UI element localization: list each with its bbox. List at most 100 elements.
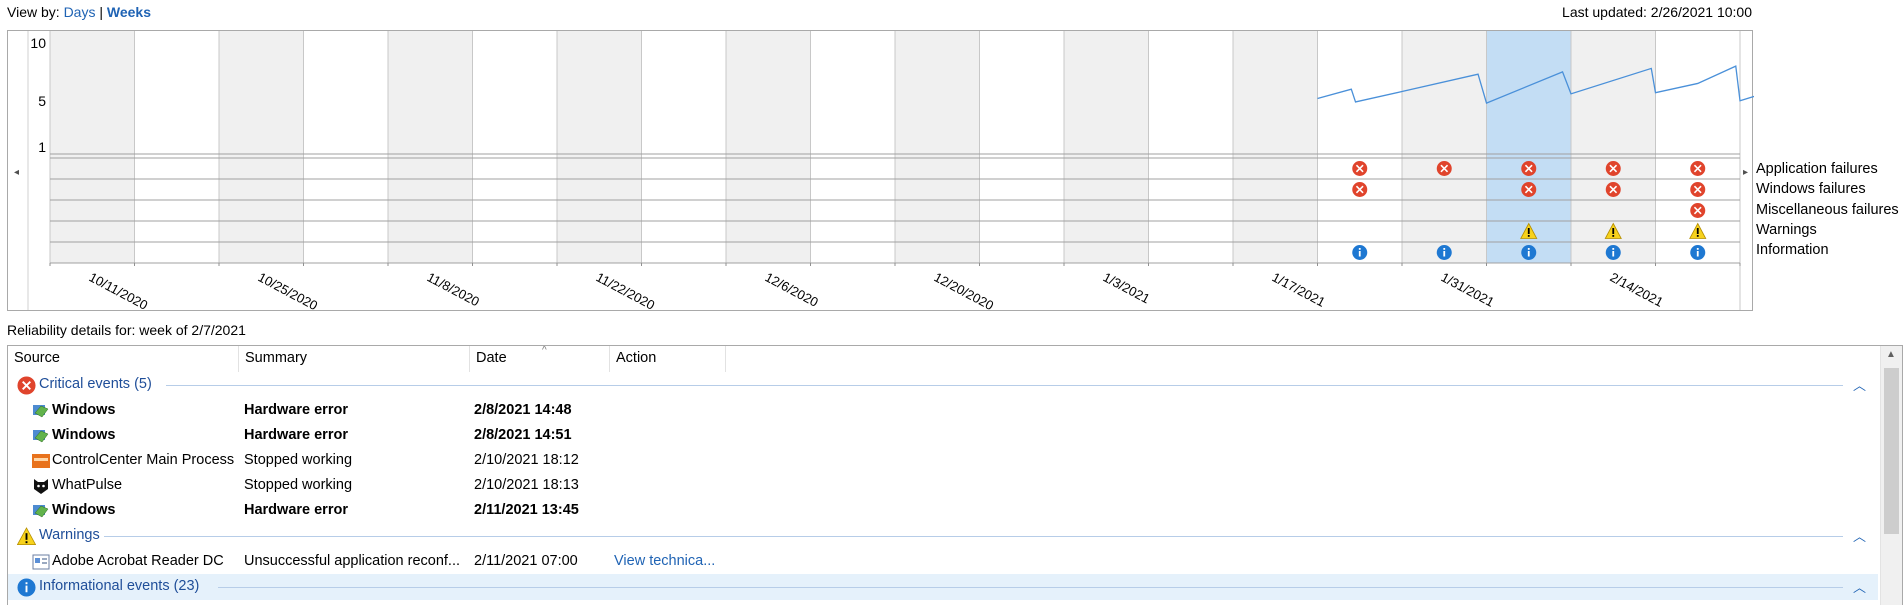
legend-warnings: Warnings	[1756, 222, 1817, 238]
week-column[interactable]	[726, 31, 811, 263]
group-warnings[interactable]: Warnings ︿	[8, 523, 1878, 549]
chart-scroll-right-arrow-icon[interactable]: ▸	[1743, 167, 1748, 178]
row-date: 2/11/2021 07:00	[474, 553, 578, 569]
scrollbar-thumb[interactable]	[1884, 368, 1899, 534]
collapse-chevron-icon[interactable]: ︿	[1853, 577, 1866, 596]
warning-marker-dot	[1527, 235, 1530, 237]
reliability-details-list: Source Summary Date ^ Action Critical ev…	[7, 345, 1903, 605]
view-by-days-link[interactable]: Days	[64, 4, 96, 20]
error-icon	[17, 376, 36, 395]
legend-windows-failures: Windows failures	[1756, 181, 1866, 197]
table-row[interactable]: Windows Hardware error 2/8/2021 14:51	[8, 423, 1878, 448]
y-tick-label: 10	[30, 35, 46, 51]
row-date: 2/11/2021 13:45	[474, 502, 579, 518]
info-marker-bar	[1443, 251, 1446, 257]
info-marker-bar	[1696, 251, 1699, 257]
x-tick-label: 11/22/2020	[594, 269, 658, 312]
week-column[interactable]	[1233, 31, 1318, 263]
warning-marker-bang	[1612, 228, 1615, 234]
week-column[interactable]	[1148, 31, 1234, 263]
column-header-action[interactable]: Action	[610, 346, 726, 372]
table-row[interactable]: WhatPulse Stopped working 2/10/2021 18:1…	[8, 473, 1878, 498]
week-column[interactable]	[472, 31, 558, 263]
row-source: Adobe Acrobat Reader DC	[52, 553, 224, 569]
table-row[interactable]: Windows Hardware error 2/11/2021 13:45	[8, 498, 1878, 523]
collapse-chevron-icon[interactable]: ︿	[1853, 526, 1866, 545]
week-column[interactable]	[557, 31, 642, 263]
column-header-source[interactable]: Source	[8, 346, 239, 372]
collapse-chevron-icon[interactable]: ︿	[1853, 375, 1866, 394]
x-tick-label: 2/14/2021	[1608, 269, 1666, 309]
week-column[interactable]	[810, 31, 896, 263]
vertical-scrollbar[interactable]: ▲	[1880, 346, 1902, 605]
warning-marker-bang	[1527, 228, 1530, 234]
row-source: WhatPulse	[52, 477, 123, 493]
warning-marker-dot	[1612, 235, 1615, 237]
week-column[interactable]	[303, 31, 389, 263]
week-column[interactable]	[219, 31, 304, 263]
info-marker-bar	[1358, 251, 1361, 257]
x-tick-label: 1/31/2021	[1439, 269, 1497, 309]
windows-app-icon	[33, 405, 49, 418]
table-row[interactable]: Adobe Acrobat Reader DC Unsuccessful app…	[8, 549, 1878, 574]
x-tick-label: 10/11/2020	[87, 269, 151, 312]
group-critical-events[interactable]: Critical events (5) ︿	[8, 372, 1878, 398]
row-date: 2/8/2021 14:51	[474, 427, 572, 443]
x-tick-label: 1/3/2021	[1101, 269, 1153, 306]
reliability-chart-svg[interactable]: 10 5 1 10/11/2020 10/25/2020 11/8/2020 11/22/2…	[8, 31, 1754, 312]
row-summary: Unsuccessful application reconf...	[244, 553, 460, 569]
row-summary: Hardware error	[244, 427, 348, 443]
week-column[interactable]	[134, 31, 220, 263]
warning-icon	[17, 527, 36, 545]
row-source: Windows	[52, 402, 116, 418]
windows-app-icon	[33, 505, 49, 518]
week-column[interactable]	[1064, 31, 1149, 263]
week-column[interactable]	[1317, 31, 1403, 263]
x-tick-label: 1/17/2021	[1270, 269, 1328, 309]
group-warnings-label: Warnings	[39, 527, 100, 543]
week-column[interactable]	[895, 31, 980, 263]
week-column[interactable]	[641, 31, 727, 263]
info-marker-dot	[1527, 248, 1530, 250]
controlcenter-app-icon	[32, 454, 50, 468]
week-column[interactable]	[979, 31, 1065, 263]
group-informational-events[interactable]: Informational events (23) ︿	[8, 574, 1878, 600]
week-column[interactable]	[388, 31, 473, 263]
row-summary: Hardware error	[244, 402, 348, 418]
group-divider	[218, 587, 1843, 588]
windows-app-icon	[33, 430, 49, 443]
sort-ascending-icon: ^	[542, 345, 547, 356]
warning-marker-dot	[1696, 235, 1699, 237]
row-source: ControlCenter Main Process	[52, 452, 235, 468]
scroll-up-arrow-icon[interactable]: ▲	[1886, 349, 1896, 360]
week-column[interactable]	[50, 31, 135, 263]
legend-miscellaneous-failures: Miscellaneous failures	[1756, 202, 1899, 218]
view-technical-details-link[interactable]: View technica...	[614, 553, 814, 569]
group-informational-events-label: Informational events (23)	[39, 578, 200, 594]
chart-scroll-left-arrow-icon[interactable]: ◂	[14, 167, 19, 178]
info-icon	[17, 578, 36, 597]
reliability-chart[interactable]: 10 5 1 10/11/2020 10/25/2020 11/8/2020 11/22/2…	[7, 30, 1754, 312]
table-row[interactable]: Windows Hardware error 2/8/2021 14:48	[8, 398, 1878, 423]
whatpulse-app-icon	[34, 479, 48, 494]
last-updated: Last updated: 2/26/2021 10:00	[1562, 4, 1752, 20]
info-marker-dot	[1358, 248, 1361, 250]
x-tick-label: 12/6/2020	[763, 269, 821, 309]
group-divider	[104, 536, 1843, 537]
view-by-separator: |	[99, 4, 103, 20]
installer-app-icon	[32, 554, 50, 570]
y-tick-label: 5	[38, 93, 46, 109]
column-header-date[interactable]: Date	[470, 346, 610, 372]
view-by-weeks-link[interactable]: Weeks	[107, 4, 151, 20]
view-by: View by: Days | Weeks	[7, 4, 151, 20]
row-date: 2/10/2021 18:13	[474, 477, 579, 493]
column-header-summary[interactable]: Summary	[239, 346, 470, 372]
table-row[interactable]: ControlCenter Main Process Stopped worki…	[8, 448, 1878, 473]
legend-information: Information	[1756, 242, 1829, 258]
view-by-label: View by:	[7, 4, 60, 20]
x-tick-label: 11/8/2020	[425, 269, 482, 309]
week-column[interactable]	[1402, 31, 1487, 263]
row-summary: Hardware error	[244, 502, 348, 518]
row-summary: Stopped working	[244, 452, 353, 468]
info-marker-bar	[1527, 251, 1530, 257]
